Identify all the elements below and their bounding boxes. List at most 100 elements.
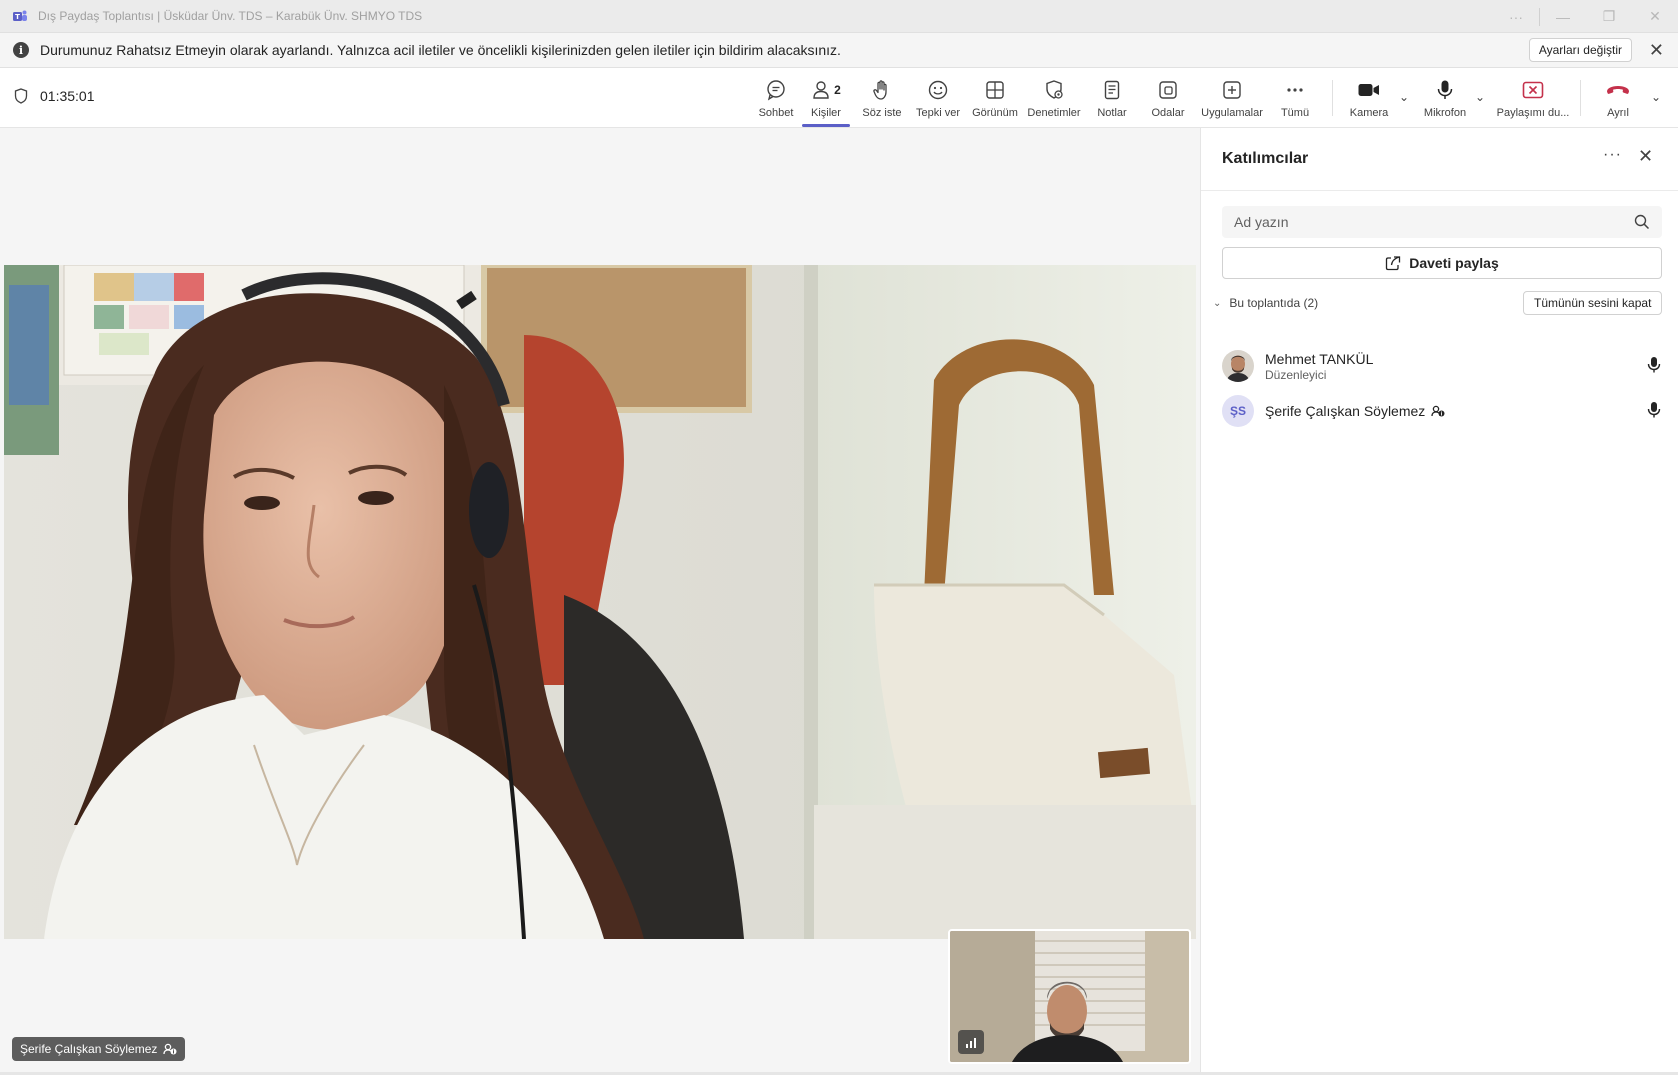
- svg-text:T: T: [15, 13, 20, 21]
- controls-label: Denetimler: [1027, 107, 1081, 119]
- anonymous-badge-icon: i: [1431, 405, 1445, 417]
- mic-button[interactable]: Mikrofon: [1420, 68, 1470, 128]
- people-icon: [813, 81, 829, 99]
- svg-text:i: i: [173, 1049, 175, 1055]
- chevron-down-icon: ⌄: [1213, 297, 1222, 309]
- avatar: [1222, 350, 1254, 382]
- divider: [1201, 190, 1678, 191]
- teams-app-icon: T: [13, 10, 27, 21]
- mute-all-button[interactable]: Tümünün sesini kapat: [1523, 291, 1663, 315]
- people-button[interactable]: 2 Kişiler: [802, 68, 850, 128]
- chat-button[interactable]: Sohbet: [754, 68, 798, 128]
- camera-button[interactable]: Kamera: [1348, 68, 1390, 128]
- self-video-image: [950, 931, 1189, 1062]
- react-label: Tepki ver: [915, 107, 961, 119]
- mic-label: Mikrofon: [1423, 107, 1467, 119]
- share-icon: [1386, 256, 1401, 271]
- participant-name-wrapper: Şerife Çalışkan Söylemez i: [1265, 403, 1445, 419]
- change-settings-button[interactable]: Ayarları değiştir: [1528, 38, 1632, 62]
- meeting-toolbar: 01:35:01 Sohbet 2 Kişiler Söz iste Tepki…: [0, 68, 1678, 128]
- signal-strength-icon[interactable]: [958, 1030, 984, 1054]
- leave-button[interactable]: Ayrıl: [1598, 68, 1638, 128]
- title-bar: T Dış Paydaş Toplantısı | Üsküdar Ünv. T…: [0, 0, 1678, 33]
- avatar: ŞS: [1222, 395, 1254, 427]
- participant-role: Düzenleyici: [1265, 367, 1327, 382]
- apps-label: Uygulamalar: [1201, 107, 1263, 119]
- window-controls: ··· — ❐ ✕: [1493, 0, 1678, 33]
- svg-text:i: i: [1441, 411, 1443, 417]
- stop-sharing-label: Paylaşımı du...: [1496, 107, 1570, 119]
- rooms-label: Odalar: [1151, 107, 1185, 119]
- people-count: 2: [834, 83, 841, 97]
- minimize-icon[interactable]: —: [1540, 9, 1586, 25]
- people-label: Kişiler: [811, 107, 841, 119]
- info-icon: i: [13, 42, 29, 58]
- controls-button[interactable]: Denetimler: [1026, 68, 1082, 128]
- leave-options-chevron-icon[interactable]: ⌄: [1651, 90, 1661, 104]
- divider: [1332, 80, 1333, 116]
- stop-share-icon: [1522, 81, 1544, 99]
- meeting-stage: Şerife Çalışkan Söylemez i: [0, 128, 1200, 1075]
- participant-row[interactable]: ŞS Şerife Çalışkan Söylemez i: [1222, 389, 1662, 433]
- camera-label: Kamera: [1349, 107, 1389, 119]
- timer-text: 01:35:01: [40, 88, 95, 104]
- mic-options-chevron-icon[interactable]: ⌄: [1475, 90, 1485, 104]
- stop-sharing-button[interactable]: Paylaşımı du...: [1496, 68, 1570, 128]
- rooms-button[interactable]: Odalar: [1148, 68, 1188, 128]
- close-icon[interactable]: ✕: [1649, 41, 1664, 59]
- close-icon[interactable]: ✕: [1632, 8, 1678, 25]
- apps-icon: [1223, 81, 1241, 99]
- panel-more-icon[interactable]: ···: [1603, 146, 1622, 164]
- share-invite-button[interactable]: Daveti paylaş: [1222, 247, 1662, 279]
- search-icon[interactable]: [1634, 214, 1650, 230]
- react-button[interactable]: Tepki ver: [914, 68, 962, 128]
- participant-name: Mehmet TANKÜL: [1265, 350, 1374, 367]
- mic-icon: [1437, 80, 1453, 99]
- participant-search: [1222, 206, 1662, 238]
- react-icon: [928, 80, 948, 100]
- notes-button[interactable]: Notlar: [1092, 68, 1132, 128]
- camera-options-chevron-icon[interactable]: ⌄: [1399, 90, 1409, 104]
- participants-panel: Katılımcılar ··· ✕ Daveti paylaş ⌄ Bu to…: [1200, 128, 1678, 1075]
- mic-icon: [1647, 402, 1661, 418]
- controls-icon: [1046, 80, 1063, 99]
- notes-icon: [1104, 80, 1120, 100]
- restore-icon[interactable]: ❐: [1586, 8, 1632, 25]
- panel-title: Katılımcılar: [1222, 150, 1309, 167]
- share-invite-label: Daveti paylaş: [1409, 255, 1499, 271]
- panel-close-icon[interactable]: ✕: [1638, 146, 1653, 167]
- divider: [1580, 80, 1581, 116]
- notes-label: Notlar: [1097, 107, 1127, 119]
- apps-button[interactable]: Uygulamalar: [1200, 68, 1264, 128]
- self-view-video[interactable]: [948, 929, 1191, 1064]
- leave-label: Ayrıl: [1607, 107, 1629, 119]
- anonymous-badge-icon: i: [163, 1043, 177, 1055]
- section-label: Bu toplantıda (2): [1229, 296, 1319, 310]
- participant-name: Şerife Çalışkan Söylemez: [1265, 403, 1426, 419]
- mic-icon: [1647, 357, 1661, 373]
- more-button[interactable]: Tümü: [1278, 68, 1312, 128]
- in-meeting-section-toggle[interactable]: ⌄ Bu toplantıda (2): [1213, 296, 1318, 310]
- meeting-timer: 01:35:01: [14, 88, 95, 104]
- raise-hand-button[interactable]: Söz iste: [859, 68, 905, 128]
- speaker-name: Şerife Çalışkan Söylemez: [20, 1042, 158, 1056]
- chat-label: Sohbet: [758, 107, 794, 119]
- view-label: Görünüm: [972, 107, 1018, 119]
- camera-icon: [1358, 84, 1379, 96]
- shield-icon: [14, 88, 28, 104]
- hang-up-icon: [1607, 86, 1629, 94]
- raise-hand-icon: [873, 80, 887, 100]
- more-label: Tümü: [1280, 107, 1310, 119]
- rooms-icon: [1159, 81, 1177, 99]
- more-icon[interactable]: ···: [1493, 9, 1539, 25]
- speaker-name-tag: Şerife Çalışkan Söylemez i: [12, 1037, 186, 1061]
- raise-hand-label: Söz iste: [862, 107, 902, 119]
- window-title: Dış Paydaş Toplantısı | Üsküdar Ünv. TDS…: [38, 9, 423, 23]
- more-icon: [1287, 88, 1303, 92]
- dnd-notification-bar: i Durumunuz Rahatsız Etmeyin olarak ayar…: [0, 33, 1678, 68]
- speaker-video-image: [4, 265, 1196, 939]
- search-input[interactable]: [1222, 214, 1622, 230]
- notification-message: Durumunuz Rahatsız Etmeyin olarak ayarla…: [40, 42, 841, 58]
- view-button[interactable]: Görünüm: [970, 68, 1020, 128]
- participant-row[interactable]: Mehmet TANKÜL Düzenleyici: [1222, 344, 1662, 388]
